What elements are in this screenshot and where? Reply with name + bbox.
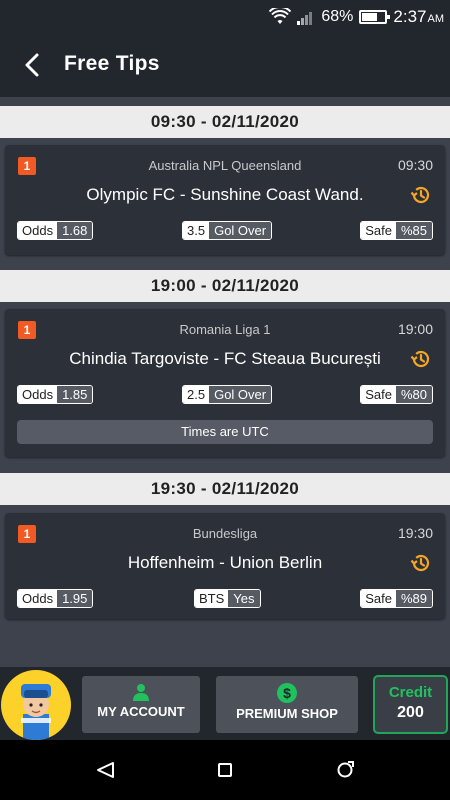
dollar-icon: $ [277, 683, 297, 703]
user-icon [133, 684, 149, 701]
page-title: Free Tips [64, 52, 160, 75]
my-account-label: MY ACCOUNT [97, 704, 185, 719]
kickoff-time: 09:30 [397, 157, 433, 173]
match-teams: Hoffenheim - Union Berlin [127, 553, 323, 572]
history-icon[interactable] [409, 347, 433, 371]
battery-icon [359, 9, 391, 24]
timezone-note: Times are UTC [17, 420, 433, 444]
league-name: Bundesliga [192, 526, 258, 541]
back-icon[interactable] [18, 49, 48, 81]
credit-button[interactable]: Credit 200 [373, 675, 448, 734]
wifi-icon [269, 7, 292, 24]
system-nav-bar [0, 740, 450, 800]
premium-shop-label: PREMIUM SHOP [236, 706, 338, 721]
my-account-button[interactable]: MY ACCOUNT [82, 676, 200, 733]
safe-pill: Safe %85 [360, 221, 433, 240]
svg-text:$: $ [283, 685, 291, 701]
tip-section: 19:00 - 02/11/2020 1 Romania Liga 1 19:0… [0, 270, 450, 457]
signal-icon [297, 11, 313, 25]
history-icon[interactable] [409, 551, 433, 575]
credit-value: 200 [397, 704, 424, 721]
kickoff-time: 19:30 [397, 525, 433, 541]
date-header: 19:30 - 02/11/2020 [0, 473, 450, 505]
status-bar: 68% 2:37AM [0, 0, 450, 33]
date-header: 09:30 - 02/11/2020 [0, 106, 450, 138]
tip-card[interactable]: 1 Australia NPL Queensland 09:30 Olympic… [5, 145, 445, 255]
status-icons: 68% 2:37AM [269, 0, 444, 33]
premium-shop-button[interactable]: $ PREMIUM SHOP [216, 676, 358, 733]
bottom-bar: MY ACCOUNT $ PREMIUM SHOP Credit 200 [0, 667, 450, 740]
nav-recents-icon[interactable] [333, 758, 357, 782]
tip-section: 09:30 - 02/11/2020 1 Australia NPL Queen… [0, 106, 450, 255]
nav-home-icon[interactable] [213, 758, 237, 782]
date-header: 19:00 - 02/11/2020 [0, 270, 450, 302]
tip-section: 19:30 - 02/11/2020 1 Bundesliga 19:30 Ho… [0, 473, 450, 619]
safe-pill: Safe %80 [360, 385, 433, 404]
tip-pill: 3.5 Gol Over [182, 221, 273, 240]
odds-pill: Odds 1.68 [17, 221, 94, 240]
match-teams: Olympic FC - Sunshine Coast Wand. [86, 185, 364, 204]
league-name: Romania Liga 1 [179, 322, 271, 337]
match-teams: Chindia Targoviste - FC Steaua București [69, 349, 381, 368]
safe-pill: Safe %89 [360, 589, 433, 608]
avatar[interactable] [1, 670, 71, 740]
nav-back-icon[interactable] [93, 758, 117, 782]
tips-list[interactable]: 09:30 - 02/11/2020 1 Australia NPL Queen… [0, 97, 450, 667]
credit-label: Credit [388, 684, 433, 701]
clock: 2:37AM [393, 6, 444, 26]
history-icon[interactable] [409, 183, 433, 207]
battery-percent: 68% [321, 7, 354, 25]
tip-card[interactable]: 1 Romania Liga 1 19:00 Chindia Targovist… [5, 309, 445, 457]
tip-pill: BTS Yes [194, 589, 261, 608]
odds-pill: Odds 1.95 [17, 589, 94, 608]
kickoff-time: 19:00 [397, 321, 433, 337]
league-name: Australia NPL Queensland [148, 158, 302, 173]
odds-pill: Odds 1.85 [17, 385, 94, 404]
tip-card[interactable]: 1 Bundesliga 19:30 Hoffenheim - Union Be… [5, 513, 445, 619]
tip-pill: 2.5 Gol Over [182, 385, 273, 404]
app-bar: Free Tips [0, 33, 450, 97]
avatar-illustration [21, 684, 51, 740]
